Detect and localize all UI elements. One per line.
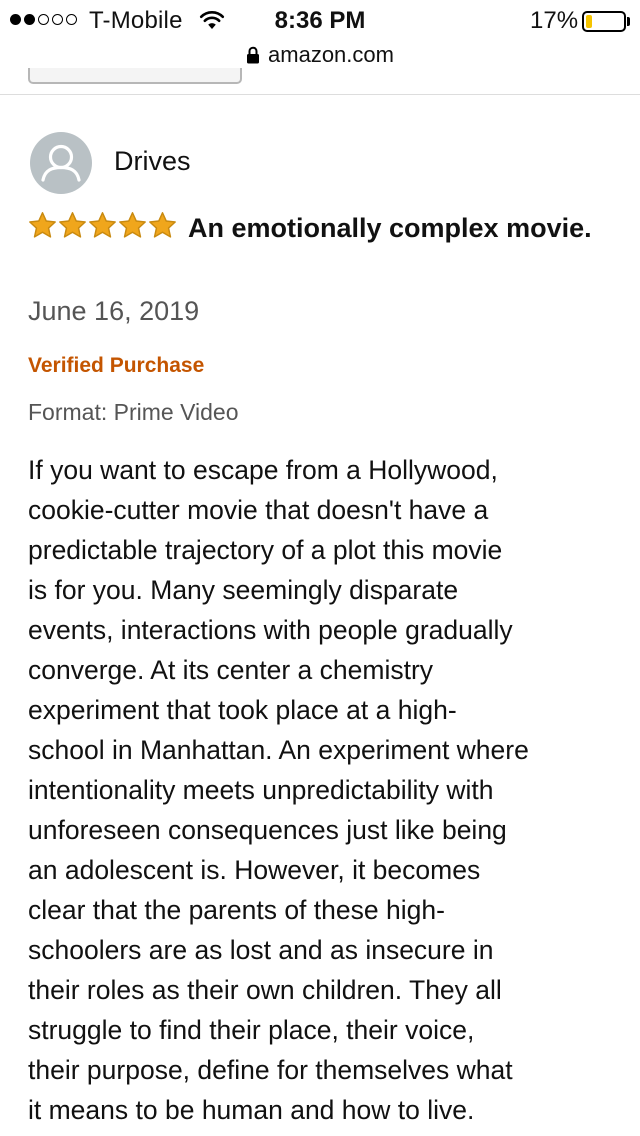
review-body-line: converge. At its center a chemistry: [28, 655, 434, 685]
battery-percentage: 17%: [530, 7, 579, 34]
review-body: If you want to escape from a Hollywood, c…: [28, 450, 618, 1130]
review-body-line: an adolescent is. However, it becomes: [28, 855, 481, 885]
review-body-line: intentionality meets unpredictability wi…: [28, 775, 494, 805]
review-body-line: experiment that took place at a high-: [28, 695, 457, 725]
review-body-line: schoolers are as lost and as insecure in: [28, 935, 494, 965]
review-body-line: their roles as their own children. They …: [28, 975, 502, 1005]
review-body-line: their purpose, define for themselves wha…: [28, 1055, 513, 1085]
status-bar: T-Mobile 8:36 PM 17%: [0, 0, 640, 40]
star-icon: [29, 212, 56, 238]
review-body-line: it means to be human and how to live.: [28, 1095, 475, 1125]
avatar: [30, 132, 92, 194]
review-title[interactable]: An emotionally complex movie.: [188, 213, 592, 243]
review-body-line: struggle to find their place, their voic…: [28, 1015, 475, 1045]
verified-purchase-badge: Verified Purchase: [28, 354, 205, 377]
battery-level: [586, 15, 592, 28]
reviewer-name[interactable]: Drives: [114, 146, 191, 177]
review-body-line: school in Manhattan. An experiment where: [28, 735, 529, 765]
review-format: Format: Prime Video: [28, 399, 239, 425]
divider: [0, 94, 640, 95]
review-date: June 16, 2019: [28, 296, 200, 326]
star-icon: [59, 212, 86, 238]
star-icon: [149, 212, 176, 238]
review-body-line: unforeseen consequences just like being: [28, 815, 507, 845]
review-body-line: predictable trajectory of a plot this mo…: [28, 535, 503, 565]
battery-terminal: [627, 17, 630, 26]
star-icon: [89, 212, 116, 238]
review-body-line: cookie-cutter movie that doesn't have a: [28, 495, 489, 525]
battery-icon: [582, 11, 626, 32]
review-body-line: events, interactions with people gradual…: [28, 615, 513, 645]
partially-visible-button[interactable]: [28, 68, 242, 84]
review-heading: An emotionally complex movie.: [28, 208, 608, 252]
review-body-line: If you want to escape from a Hollywood,: [28, 455, 498, 485]
address-bar[interactable]: amazon.com: [0, 42, 640, 70]
review-body-line: clear that the parents of these high-: [28, 895, 445, 925]
review-body-line: is for you. Many seemingly disparate: [28, 575, 459, 605]
lock-icon: [246, 44, 260, 70]
url-text: amazon.com: [268, 42, 394, 67]
star-icon: [119, 212, 146, 238]
star-rating: [28, 211, 178, 252]
